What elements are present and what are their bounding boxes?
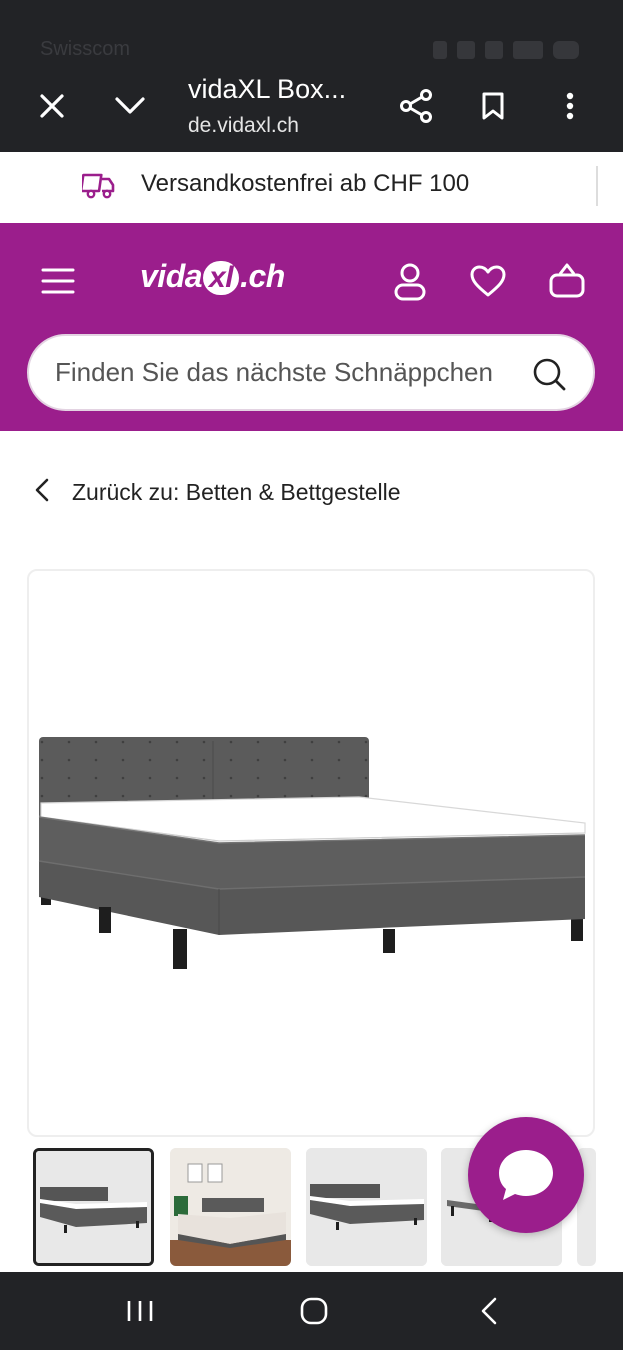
share-icon[interactable] xyxy=(394,84,438,128)
back-link-label: Zurück zu: Betten & Bettgestelle xyxy=(72,478,401,505)
bed-front-thumbnail-image xyxy=(36,1151,151,1263)
more-vert-icon[interactable] xyxy=(548,84,592,128)
search-input[interactable] xyxy=(55,336,535,409)
account-icon[interactable] xyxy=(393,262,427,307)
recent-apps-icon[interactable] xyxy=(101,1272,179,1350)
bed-room-thumbnail-image xyxy=(170,1148,291,1266)
menu-icon[interactable] xyxy=(40,266,76,301)
thumbnail-bed-front[interactable] xyxy=(33,1148,154,1266)
bed-side-thumbnail-image xyxy=(306,1148,427,1266)
heart-icon[interactable] xyxy=(469,264,507,303)
carrier-label: Swisscom xyxy=(40,38,131,60)
back-to-category-link[interactable]: Zurück zu: Betten & Bettgestelle xyxy=(34,474,401,510)
search-bar[interactable] xyxy=(27,334,595,411)
delivery-truck-icon xyxy=(79,170,116,205)
close-icon[interactable] xyxy=(30,84,74,128)
chat-bubble-icon xyxy=(499,1150,553,1200)
status-icons xyxy=(433,40,579,60)
bed-illustration xyxy=(38,737,586,969)
thumbnail-bed-room[interactable] xyxy=(170,1148,291,1266)
home-icon[interactable] xyxy=(275,1272,353,1350)
url-label[interactable]: de.vidaxl.ch xyxy=(188,114,299,138)
search-icon[interactable] xyxy=(531,356,567,397)
shipping-text: Versandkostenfrei ab CHF 100 xyxy=(141,170,470,197)
chevron-left-icon xyxy=(34,477,50,508)
divider xyxy=(596,166,598,206)
battery-icon xyxy=(553,41,579,59)
tab-title[interactable]: vidaXL Box... xyxy=(188,74,346,105)
cart-icon[interactable] xyxy=(548,262,586,305)
site-logo[interactable]: vida xl .ch xyxy=(140,258,285,295)
bookmark-icon[interactable] xyxy=(471,84,515,128)
chevron-down-icon[interactable] xyxy=(108,84,152,128)
product-image[interactable] xyxy=(27,569,595,1137)
chat-button[interactable] xyxy=(468,1117,584,1233)
thumbnail-bed-side[interactable] xyxy=(306,1148,427,1266)
back-icon[interactable] xyxy=(450,1272,528,1350)
